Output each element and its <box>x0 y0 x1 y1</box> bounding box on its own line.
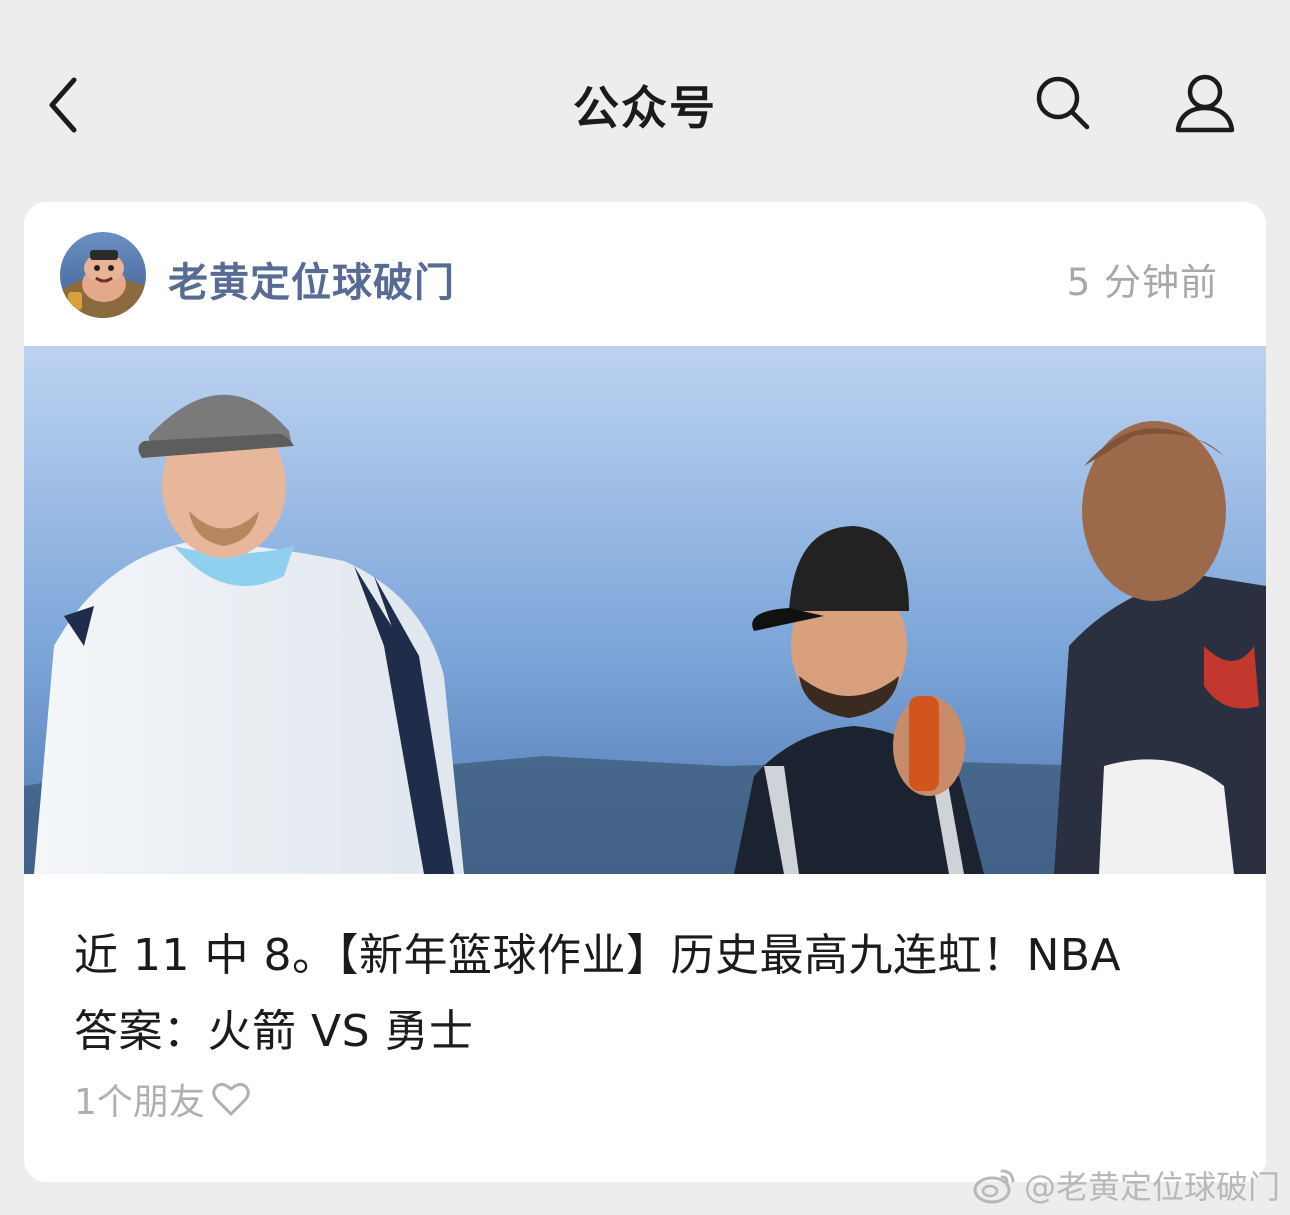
timestamp: 5 分钟前 <box>1066 261 1218 304</box>
user-icon <box>1175 74 1235 133</box>
avatar-image <box>60 232 146 318</box>
cover-image[interactable] <box>24 346 1266 874</box>
page-title: 公众号 <box>573 81 717 135</box>
search-button[interactable] <box>1030 70 1096 136</box>
friends-count-text: 1个朋友 <box>74 1082 205 1123</box>
card-header: 老黄定位球破门 5 分钟前 <box>24 202 1266 346</box>
article-card[interactable]: 老黄定位球破门 5 分钟前 近 11 中 8。【新年篮球作业】历史最高九连虹！N… <box>24 202 1266 1182</box>
avatar[interactable] <box>60 232 146 318</box>
heart-outline-icon[interactable] <box>211 1080 251 1118</box>
profile-button[interactable] <box>1170 70 1240 136</box>
watermark: @老黄定位球破门 <box>972 1160 1280 1210</box>
cover-photo <box>24 346 1266 874</box>
friends-like-row[interactable]: 1个朋友 <box>74 1074 251 1124</box>
account-name[interactable]: 老黄定位球破门 <box>168 250 455 308</box>
weibo-icon <box>973 1169 1015 1204</box>
article-title-line-1: 近 11 中 8。【新年篮球作业】历史最高九连虹！NBA <box>74 930 1122 981</box>
article-title-line-2: 答案：火箭 VS 勇士 <box>74 1006 474 1057</box>
watermark-text: @老黄定位球破门 <box>1023 1168 1280 1206</box>
top-navigation-bar: 公众号 <box>0 0 1290 200</box>
search-icon <box>1036 76 1090 130</box>
article-title[interactable]: 近 11 中 8。【新年篮球作业】历史最高九连虹！NBA 答案：火箭 VS 勇士 <box>74 918 1224 1070</box>
